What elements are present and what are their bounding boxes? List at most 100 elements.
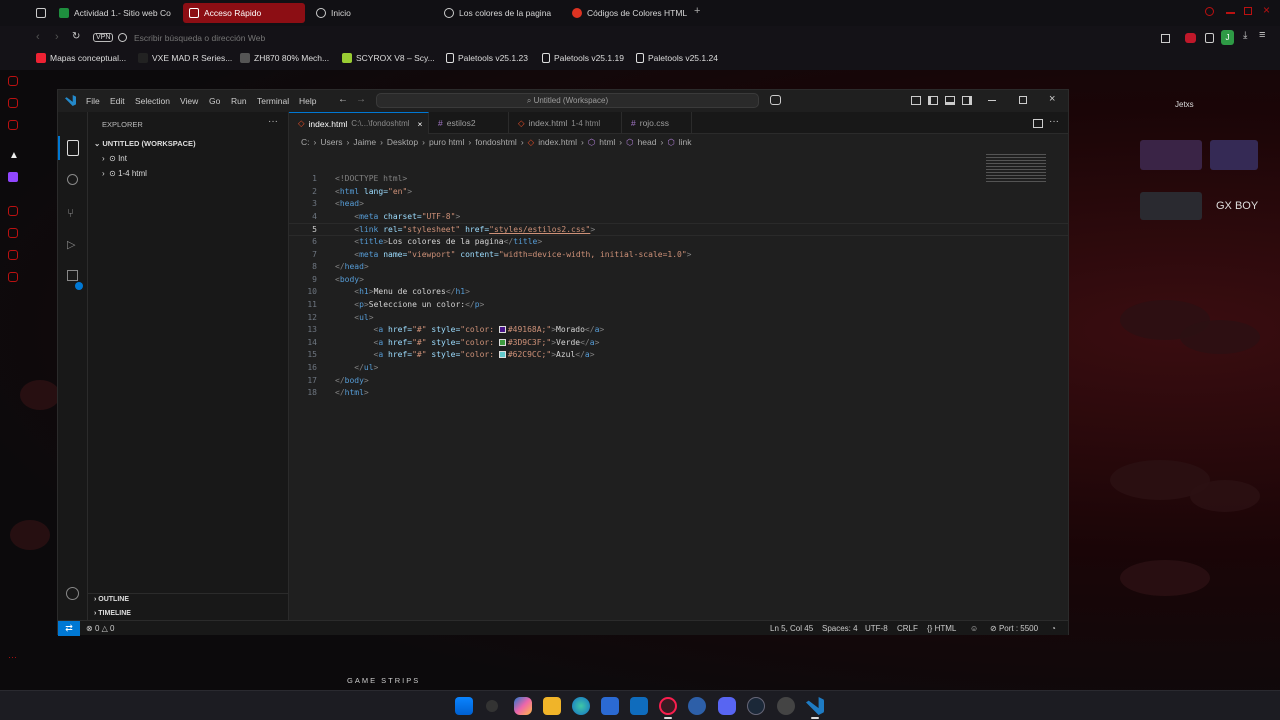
outlook-icon[interactable] <box>630 697 648 715</box>
nav-forward-icon[interactable]: → <box>356 94 366 105</box>
more-icon[interactable]: ··· <box>8 652 17 662</box>
search-icon[interactable] <box>486 700 498 712</box>
downloads-icon[interactable] <box>8 228 18 238</box>
editor-tab[interactable]: # rojo.css <box>622 112 692 134</box>
workspace-header[interactable]: ⌄ UNTITLED (WORKSPACE) <box>94 139 196 148</box>
color-swatch[interactable] <box>498 351 506 359</box>
editor-tab-active[interactable]: ◇ index.html C:\...\fondoshtml × <box>289 112 429 134</box>
breadcrumb-item[interactable]: link <box>679 137 692 147</box>
toggle-sidebar-icon[interactable] <box>928 96 938 105</box>
back-icon[interactable]: ‹ <box>36 31 40 43</box>
menu-view[interactable]: View <box>180 96 198 106</box>
extensions-icon[interactable] <box>67 270 78 281</box>
bookmark-item[interactable]: Paletools v25.1.24 <box>636 53 718 63</box>
timeline-section[interactable]: › TIMELINE <box>94 610 131 617</box>
copilot-icon[interactable] <box>770 95 781 105</box>
edge-icon[interactable] <box>572 697 590 715</box>
settings-icon[interactable] <box>8 250 18 260</box>
gx-corner-icon[interactable] <box>8 76 18 86</box>
menu-help[interactable]: Help <box>299 96 316 106</box>
reload-icon[interactable]: ↻ <box>72 31 80 42</box>
outline-section[interactable]: › OUTLINE <box>94 596 129 603</box>
toggle-secondary-sidebar-icon[interactable] <box>962 96 972 105</box>
minimize-icon[interactable] <box>1226 12 1235 14</box>
close-tab-icon[interactable]: × <box>418 119 423 129</box>
maximize-icon[interactable] <box>1244 7 1252 15</box>
window-maximize-icon[interactable] <box>1019 96 1027 104</box>
gx-store-icon[interactable] <box>8 98 18 108</box>
breadcrumb-item[interactable]: Users <box>320 137 342 147</box>
discord-icon[interactable] <box>718 697 736 715</box>
gx-player-icon[interactable] <box>8 120 18 130</box>
profile-avatar[interactable]: J <box>1221 30 1234 45</box>
forward-icon[interactable]: › <box>55 31 59 43</box>
breadcrumb-item[interactable]: Jaime <box>353 137 376 147</box>
window-close-icon[interactable]: × <box>1049 93 1055 105</box>
color-swatch[interactable] <box>498 326 506 334</box>
history-icon[interactable] <box>8 206 18 216</box>
browser-tab[interactable] <box>30 3 55 23</box>
folder-item[interactable]: › ⊙ 1-4 html <box>102 169 147 178</box>
encoding[interactable]: UTF-8 <box>865 624 888 633</box>
command-center[interactable]: ⌕ Untitled (Workspace) <box>376 93 759 108</box>
breadcrumb-item[interactable]: html <box>599 137 615 147</box>
bookmark-item[interactable]: ZH870 80% Mech... <box>240 53 329 63</box>
browser-tab[interactable]: Inicio <box>310 3 432 23</box>
pin-icon[interactable]: ▲ <box>9 150 19 161</box>
new-tab-icon[interactable]: + <box>694 5 700 17</box>
search-icon[interactable] <box>67 174 78 185</box>
steam-icon[interactable] <box>747 697 765 715</box>
menu-run[interactable]: Run <box>231 96 247 106</box>
vscode-taskbar-icon[interactable] <box>806 697 824 715</box>
editor-more-icon[interactable]: ··· <box>1049 116 1059 127</box>
easy-setup-icon[interactable]: ≡ <box>1259 29 1265 41</box>
app-icon[interactable] <box>688 697 706 715</box>
menu-file[interactable]: File <box>86 96 100 106</box>
menu-edit[interactable]: Edit <box>110 96 125 106</box>
snapshot-icon[interactable] <box>1161 34 1170 43</box>
adblock-icon[interactable] <box>1185 33 1196 43</box>
remote-indicator-icon[interactable]: ⇄ <box>58 621 80 636</box>
breadcrumb-item[interactable]: puro html <box>429 137 464 147</box>
bookmark-item[interactable]: VXE MAD R Series... <box>138 53 232 63</box>
breadcrumb-item[interactable]: index.html <box>538 137 577 147</box>
folder-item[interactable]: › ⊙ Int <box>102 154 127 163</box>
window-minimize-icon[interactable] <box>988 100 996 101</box>
menu-go[interactable]: Go <box>209 96 220 106</box>
language-mode[interactable]: {} HTML <box>927 624 956 633</box>
editor-tab[interactable]: ◇ index.html 1-4 html <box>509 112 622 134</box>
opera-gx-icon[interactable] <box>659 697 677 715</box>
breadcrumb-item[interactable]: head <box>638 137 657 147</box>
copilot-icon[interactable] <box>514 697 532 715</box>
layout-icon[interactable] <box>911 96 921 105</box>
store-icon[interactable] <box>601 697 619 715</box>
twitch-icon[interactable] <box>8 172 18 182</box>
live-server-port[interactable]: ⊘ Port : 5500 <box>990 624 1038 633</box>
color-swatch[interactable] <box>498 338 506 346</box>
browser-tab[interactable]: Actividad 1.- Sitio web Co <box>53 3 175 23</box>
explorer-icon[interactable] <box>67 140 79 156</box>
file-explorer-icon[interactable] <box>543 697 561 715</box>
extensions-icon[interactable] <box>1205 33 1214 43</box>
address-input[interactable] <box>134 31 534 45</box>
nav-back-icon[interactable]: ← <box>338 94 348 105</box>
cursor-position[interactable]: Ln 5, Col 45 <box>770 624 813 633</box>
browser-tab-active[interactable]: Acceso Rápido <box>183 3 305 23</box>
download-icon[interactable]: ⤓ <box>1243 30 1247 41</box>
line-ending[interactable]: CRLF <box>897 624 918 633</box>
breadcrumb-item[interactable]: fondoshtml <box>475 137 517 147</box>
search-tabs-icon[interactable] <box>1205 7 1214 16</box>
windows-start-icon[interactable] <box>455 697 473 715</box>
accounts-icon[interactable] <box>66 587 79 600</box>
browser-tab[interactable]: Los colores de la pagina <box>438 3 560 23</box>
problems-indicator[interactable]: ⊗ 0 △ 0 <box>86 624 114 633</box>
breadcrumb-item[interactable]: Desktop <box>387 137 418 147</box>
extensions-icon[interactable] <box>8 272 18 282</box>
close-icon[interactable]: × <box>1263 3 1270 17</box>
indentation[interactable]: Spaces: 4 <box>822 624 858 633</box>
bookmark-item[interactable]: Paletools v25.1.19 <box>542 53 624 63</box>
toggle-panel-icon[interactable] <box>945 96 955 105</box>
vpn-badge[interactable]: VPN <box>93 33 114 42</box>
app-icon[interactable] <box>777 697 795 715</box>
breadcrumb-item[interactable]: C: <box>301 137 310 147</box>
